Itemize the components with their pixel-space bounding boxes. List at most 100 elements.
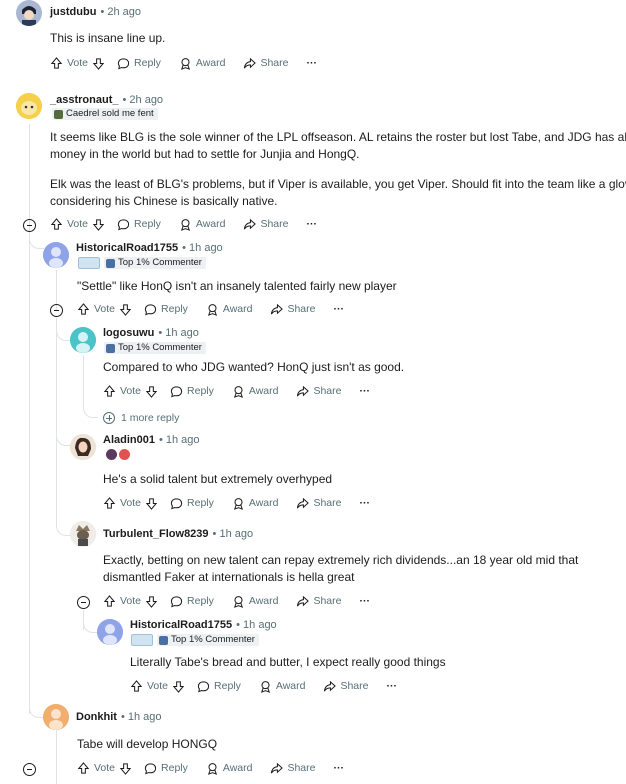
award-button[interactable]: Award bbox=[206, 762, 252, 775]
reply-icon bbox=[144, 303, 157, 315]
user-flair: Top 1% Commenter bbox=[157, 634, 259, 646]
award-button[interactable]: Award bbox=[232, 595, 278, 608]
user-flair: Top 1% Commenter bbox=[104, 342, 206, 354]
upvote-icon bbox=[103, 496, 116, 509]
reply-button[interactable]: Reply bbox=[144, 303, 188, 316]
comment-author[interactable]: Turbulent_Flow8239 • 1h ago bbox=[103, 528, 253, 540]
downvote-icon bbox=[172, 680, 185, 693]
award-button[interactable]: Award bbox=[179, 218, 225, 231]
vote-control[interactable]: Vote bbox=[77, 302, 132, 316]
reply-button[interactable]: Reply bbox=[170, 497, 214, 510]
share-button[interactable]: Share bbox=[323, 680, 369, 693]
upvote-icon bbox=[77, 302, 90, 315]
reply-icon bbox=[117, 218, 130, 230]
share-button[interactable]: Share bbox=[296, 385, 342, 398]
avatar[interactable] bbox=[16, 0, 42, 26]
vote-control[interactable]: Vote bbox=[103, 594, 158, 608]
thread-connector bbox=[56, 430, 71, 446]
more-options-button[interactable]: ··· bbox=[307, 57, 318, 69]
avatar[interactable] bbox=[43, 704, 69, 730]
share-icon bbox=[244, 218, 257, 229]
share-button[interactable]: Share bbox=[270, 303, 316, 316]
flair-image-icon bbox=[54, 109, 63, 119]
share-icon bbox=[297, 595, 310, 606]
avatar[interactable] bbox=[70, 521, 96, 547]
share-icon bbox=[297, 385, 310, 396]
downvote-icon bbox=[145, 385, 158, 398]
reply-button[interactable]: Reply bbox=[117, 218, 161, 231]
commenter-badge-icon bbox=[159, 635, 168, 645]
upvote-icon bbox=[77, 761, 90, 774]
award-button[interactable]: Award bbox=[259, 680, 305, 693]
reply-button[interactable]: Reply bbox=[144, 762, 188, 775]
comment-actions: Vote Reply Award Share ··· bbox=[130, 677, 415, 695]
collapse-thread-button[interactable] bbox=[77, 596, 90, 609]
more-options-button[interactable]: ··· bbox=[360, 497, 371, 509]
avatar[interactable] bbox=[70, 327, 96, 353]
avatar[interactable] bbox=[97, 619, 123, 645]
share-icon bbox=[324, 680, 337, 691]
downvote-icon bbox=[145, 595, 158, 608]
more-options-button[interactable]: ··· bbox=[360, 595, 371, 607]
collapse-thread-button[interactable] bbox=[23, 763, 36, 776]
plus-circle-icon bbox=[103, 412, 115, 424]
comment-body: dismantled Faker at internationals is he… bbox=[103, 570, 355, 584]
award-button[interactable]: Award bbox=[206, 303, 252, 316]
share-button[interactable]: Share bbox=[296, 497, 342, 510]
vote-control[interactable]: Vote bbox=[130, 679, 185, 693]
share-button[interactable]: Share bbox=[270, 762, 316, 775]
more-options-button[interactable]: ··· bbox=[307, 218, 318, 230]
reply-icon bbox=[117, 57, 130, 69]
reply-icon bbox=[144, 762, 157, 774]
commenter-badge-icon bbox=[106, 343, 115, 353]
award-icon bbox=[233, 385, 243, 398]
more-options-button[interactable]: ··· bbox=[360, 385, 371, 397]
comment-author[interactable]: justdubu • 2h ago bbox=[50, 6, 141, 18]
upvote-icon bbox=[103, 594, 116, 607]
comment-author[interactable]: _asstronaut_ • 2h ago bbox=[50, 94, 163, 106]
more-replies-link[interactable]: 1 more reply bbox=[103, 412, 179, 424]
comment-author[interactable]: HistoricalRoad1755 • 1h ago bbox=[130, 619, 277, 631]
award-button[interactable]: Award bbox=[179, 57, 225, 70]
reply-button[interactable]: Reply bbox=[117, 57, 161, 70]
comment-author[interactable]: logosuwu • 1h ago bbox=[103, 327, 199, 339]
downvote-icon bbox=[92, 57, 105, 70]
comment-body: Elk was the least of BLG's problems, but… bbox=[50, 177, 626, 191]
avatar[interactable] bbox=[70, 434, 96, 460]
reply-button[interactable]: Reply bbox=[197, 680, 241, 693]
award-icon bbox=[207, 762, 217, 775]
user-flair: Caedrel sold me fent bbox=[52, 108, 158, 120]
achievement-badges bbox=[106, 449, 130, 463]
vote-control[interactable]: Vote bbox=[103, 496, 158, 510]
share-button[interactable]: Share bbox=[243, 57, 289, 70]
reply-button[interactable]: Reply bbox=[170, 385, 214, 398]
collapse-thread-button[interactable] bbox=[23, 219, 36, 232]
thread-line bbox=[29, 234, 30, 714]
comment-body: It seems like BLG is the sole winner of … bbox=[50, 130, 626, 144]
more-options-button[interactable]: ··· bbox=[387, 680, 398, 692]
share-button[interactable]: Share bbox=[296, 595, 342, 608]
thread-connector bbox=[29, 234, 44, 249]
comment-author[interactable]: Donkhit • 1h ago bbox=[76, 711, 162, 723]
comment-author[interactable]: HistoricalRoad1755 • 1h ago bbox=[76, 242, 223, 254]
award-button[interactable]: Award bbox=[232, 385, 278, 398]
more-options-button[interactable]: ··· bbox=[334, 762, 345, 774]
reply-icon bbox=[197, 680, 210, 692]
avatar[interactable] bbox=[16, 93, 42, 119]
vote-control[interactable]: Vote bbox=[50, 56, 105, 70]
more-options-button[interactable]: ··· bbox=[334, 303, 345, 315]
comment-body: "Settle" like HonQ isn't an insanely tal… bbox=[77, 279, 397, 293]
award-icon bbox=[260, 680, 270, 693]
reply-icon bbox=[170, 497, 183, 509]
vote-control[interactable]: Vote bbox=[77, 761, 132, 775]
comment-author[interactable]: Aladin001 • 1h ago bbox=[103, 434, 200, 446]
share-button[interactable]: Share bbox=[243, 218, 289, 231]
thread-connector bbox=[83, 610, 98, 633]
avatar[interactable] bbox=[43, 242, 69, 268]
share-icon bbox=[271, 762, 284, 773]
vote-control[interactable]: Vote bbox=[50, 217, 105, 231]
reply-button[interactable]: Reply bbox=[170, 595, 214, 608]
collapse-thread-button[interactable] bbox=[50, 304, 63, 317]
award-button[interactable]: Award bbox=[232, 497, 278, 510]
vote-control[interactable]: Vote bbox=[103, 384, 158, 398]
